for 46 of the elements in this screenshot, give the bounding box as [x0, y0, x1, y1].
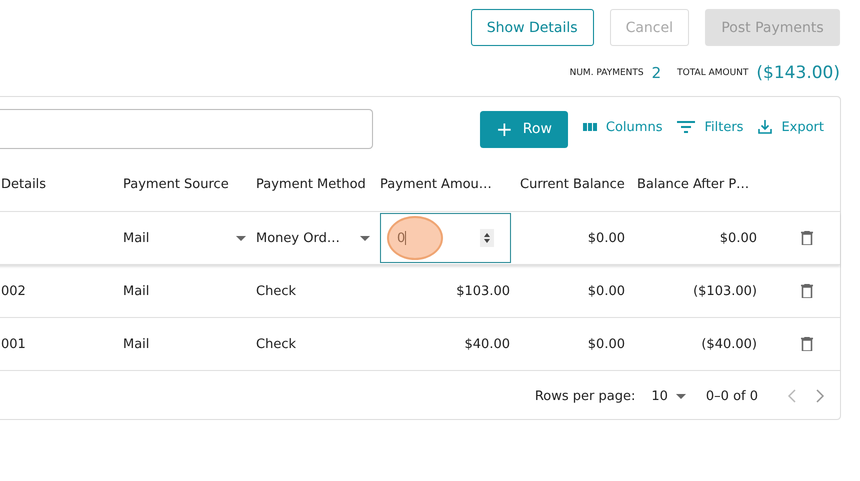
column-header[interactable]: Current Balance	[520, 177, 637, 192]
column-header[interactable]: Balance After P…	[637, 177, 767, 192]
summary-label: NUM. PAYMENTS	[570, 68, 644, 78]
spinner-icon	[480, 229, 494, 247]
trash-icon[interactable]	[800, 337, 812, 351]
rows-per-page-select[interactable]: 10	[651, 388, 686, 404]
table-cell-text: ($103.00)	[692, 284, 758, 298]
columns-button[interactable]: Columns	[582, 120, 662, 138]
export-button[interactable]: Export	[757, 119, 824, 139]
table-cell-text: Check	[256, 284, 297, 298]
summary-value: ($143.00)	[756, 63, 840, 83]
filter-icon	[676, 120, 696, 134]
table-cell-text: $0.00	[718, 230, 758, 246]
table-cell-text: 001	[0, 336, 27, 352]
columns-icon	[582, 120, 598, 134]
table-cell-text: $0.00	[586, 336, 626, 352]
trash-icon[interactable]	[800, 231, 812, 245]
filters-button[interactable]: Filters	[676, 120, 744, 138]
column-header[interactable]: Payment Method	[256, 177, 380, 192]
page-range: 0–0 of 0	[706, 388, 758, 404]
caret-icon	[360, 236, 370, 240]
table-cell-text: Check	[256, 336, 297, 352]
column-header[interactable]: Payment Amou…	[380, 177, 520, 192]
source-select[interactable]: Mail	[123, 230, 256, 246]
table-cell-text: $40.00	[464, 336, 511, 352]
table-cell-text: 002	[0, 284, 27, 298]
trash-icon[interactable]	[800, 284, 812, 298]
summary-label: TOTAL AMOUNT	[677, 68, 748, 78]
add-row-button[interactable]: + Row	[480, 110, 568, 148]
download-icon	[757, 119, 774, 135]
action-button[interactable]: Show Details	[470, 9, 594, 46]
next-page-icon[interactable]	[816, 389, 824, 403]
table-cell-text: Mail	[123, 336, 150, 352]
search-field[interactable]	[0, 109, 373, 149]
table-cell-text: $0.00	[586, 284, 626, 298]
summary-value: 2	[652, 64, 662, 82]
table-cell-text: ($40.00)	[700, 336, 758, 352]
column-header[interactable]: Details	[0, 177, 123, 192]
rows-per-page-label: Rows per page:	[534, 388, 636, 404]
table-cell-text: Mail	[123, 284, 150, 298]
table-cell-text: $0.00	[586, 230, 626, 246]
table-cell-text: $103.00	[455, 284, 511, 298]
column-header[interactable]: Payment Source	[123, 177, 256, 192]
method-select[interactable]: Money Ord…	[256, 230, 380, 246]
caret-icon	[236, 236, 246, 240]
caret-icon	[676, 394, 686, 398]
